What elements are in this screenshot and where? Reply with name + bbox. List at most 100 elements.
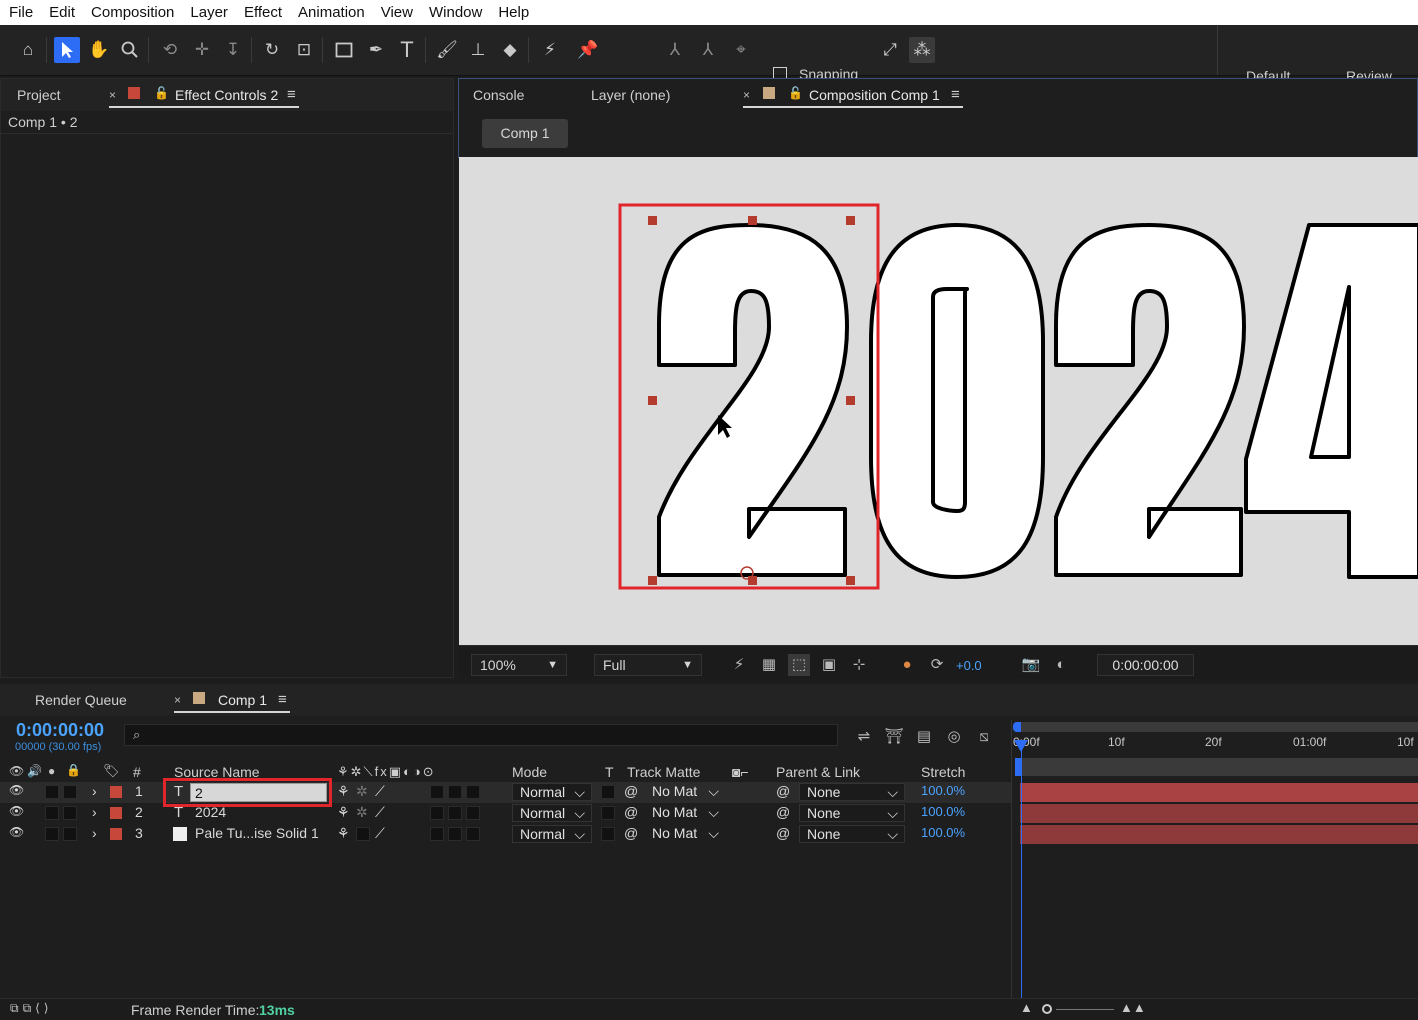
- layer-row-1[interactable]: 👁 › 1 T 2 ⚘ ✲ ⟋ Normal ⌵ @ No Mat ⌵ @ None…: [0, 778, 1012, 807]
- mask-visibility-icon[interactable]: ⬚: [788, 654, 810, 676]
- pen-tool-icon[interactable]: ✒: [363, 37, 389, 63]
- frame-blending-icon[interactable]: ◎: [943, 726, 965, 748]
- collapse-switch-icon[interactable]: ✲: [356, 783, 368, 800]
- layer-duration-bar[interactable]: [1020, 783, 1418, 802]
- roto-brush-tool-icon[interactable]: ⚡: [537, 37, 563, 63]
- transparency-grid-icon[interactable]: ▦: [758, 654, 780, 676]
- anchor-point-tool-icon[interactable]: ⊡: [291, 37, 317, 63]
- expand-chevron-icon[interactable]: ›: [92, 804, 97, 820]
- selection-tool-icon[interactable]: [54, 37, 80, 63]
- layer-duration-bar[interactable]: [1020, 825, 1418, 844]
- draft-3d-icon[interactable]: ⛩: [883, 726, 905, 748]
- shy-switch-icon[interactable]: ⚘: [337, 804, 350, 821]
- canvas-text-2024[interactable]: [459, 157, 1418, 645]
- current-time-display[interactable]: 0:00:00:00: [16, 720, 104, 741]
- quality-switch-icon[interactable]: ⟋: [375, 804, 385, 821]
- layer-row-3[interactable]: 👁 › 3 Pale Tu...ise Solid 1 ⚘ ⟋ Normal ⌵ …: [0, 824, 1012, 845]
- zoom-tool-icon[interactable]: [117, 37, 143, 63]
- resolution-dropdown[interactable]: Full ▼: [594, 654, 702, 676]
- menu-window[interactable]: Window: [420, 4, 489, 21]
- mode-dropdown[interactable]: Normal ⌵: [512, 804, 592, 822]
- work-area-bar[interactable]: [1015, 722, 1418, 732]
- local-axis-icon[interactable]: ⅄: [662, 37, 688, 63]
- preserve-transparency-checkbox[interactable]: [601, 806, 615, 820]
- eraser-tool-icon[interactable]: ◆: [497, 37, 523, 63]
- comp-breadcrumb-button[interactable]: Comp 1: [482, 119, 568, 148]
- pick-whip-icon[interactable]: @: [624, 825, 638, 841]
- menu-view[interactable]: View: [372, 4, 420, 21]
- current-time-indicator[interactable]: [1021, 748, 1022, 998]
- eye-icon[interactable]: 👁: [9, 825, 24, 839]
- tab-comp[interactable]: Comp 1: [218, 692, 267, 708]
- tab-effect-controls[interactable]: Effect Controls 2: [175, 87, 278, 103]
- timeline-zoom-slider[interactable]: [1042, 1004, 1052, 1014]
- menu-layer[interactable]: Layer: [181, 4, 235, 21]
- expand-chevron-icon[interactable]: ›: [92, 783, 97, 799]
- snap-edges-icon[interactable]: ⤢: [877, 37, 903, 63]
- shy-layers-icon[interactable]: ▤: [913, 726, 935, 748]
- quality-switch-icon[interactable]: ⟋: [375, 825, 385, 842]
- zoom-dropdown[interactable]: 100% ▼: [471, 654, 567, 676]
- panel-menu-icon[interactable]: ≡: [287, 86, 296, 103]
- orbit-camera-icon[interactable]: ⟲: [157, 37, 183, 63]
- layer-search-input[interactable]: ⌕: [124, 724, 838, 746]
- layer-row-2[interactable]: 👁 › 2 T 2024 ⚘ ✲ ⟋ Normal ⌵ @ No Mat ⌵ @ N…: [0, 803, 1012, 824]
- track-matte-dropdown[interactable]: No Mat ⌵: [645, 783, 725, 801]
- menu-help[interactable]: Help: [489, 4, 536, 21]
- mode-dropdown[interactable]: Normal ⌵: [512, 825, 592, 843]
- snapshot-camera-icon[interactable]: 📷: [1020, 654, 1042, 676]
- preserve-transparency-checkbox[interactable]: [601, 827, 615, 841]
- dolly-camera-icon[interactable]: ↧: [220, 37, 246, 63]
- tab-console[interactable]: Console: [473, 87, 524, 103]
- shy-switch-icon[interactable]: ⚘: [337, 783, 350, 800]
- brush-tool-icon[interactable]: 🖌: [434, 37, 460, 63]
- lock-icon[interactable]: 🔓: [788, 86, 803, 100]
- fast-previews-icon[interactable]: ⚡: [728, 654, 750, 676]
- puppet-pin-tool-icon[interactable]: 📌: [575, 37, 601, 63]
- tab-layer[interactable]: Layer (none): [591, 87, 670, 103]
- pick-whip-icon[interactable]: @: [624, 783, 638, 799]
- menu-effect[interactable]: Effect: [235, 4, 289, 21]
- stretch-value[interactable]: 100.0%: [921, 825, 965, 840]
- layer-label-color[interactable]: [110, 786, 122, 798]
- home-icon[interactable]: ⌂: [15, 37, 41, 63]
- track-matte-dropdown[interactable]: No Mat ⌵: [645, 825, 725, 843]
- graph-editor-icon[interactable]: ⧅: [973, 726, 995, 748]
- parent-dropdown[interactable]: None ⌵: [799, 804, 905, 822]
- layer-duration-bar[interactable]: [1020, 804, 1418, 823]
- parent-pick-whip-icon[interactable]: @: [776, 804, 790, 820]
- show-snapshot-icon[interactable]: ◐: [1050, 654, 1072, 676]
- type-tool-icon[interactable]: T: [394, 37, 420, 63]
- stretch-value[interactable]: 100.0%: [921, 804, 965, 819]
- world-axis-icon[interactable]: ⅄: [695, 37, 721, 63]
- reset-exposure-icon[interactable]: ⟳: [926, 654, 948, 676]
- color-channels-icon[interactable]: ●: [896, 654, 918, 676]
- rectangle-tool-icon[interactable]: [331, 37, 357, 63]
- layer-name[interactable]: Pale Tu...ise Solid 1: [195, 825, 319, 841]
- tab-project[interactable]: Project: [17, 87, 61, 103]
- shy-switch-icon[interactable]: ⚘: [337, 825, 350, 842]
- parent-pick-whip-icon[interactable]: @: [776, 783, 790, 799]
- status-toggle-icons[interactable]: ⧉⧉⟨⟩: [10, 1001, 53, 1016]
- menu-animation[interactable]: Animation: [289, 4, 372, 21]
- close-icon[interactable]: ×: [743, 88, 750, 102]
- quality-switch-icon[interactable]: ⟋: [375, 783, 385, 800]
- snap-features-icon[interactable]: ⁂: [909, 37, 935, 63]
- layer-name[interactable]: 2024: [195, 804, 226, 820]
- region-of-interest-icon[interactable]: ▣: [818, 654, 840, 676]
- stretch-value[interactable]: 100.0%: [921, 783, 965, 798]
- eye-icon[interactable]: 👁: [9, 804, 24, 818]
- layer-label-color[interactable]: [110, 828, 122, 840]
- view-axis-icon[interactable]: ⌖: [728, 37, 754, 63]
- menu-composition[interactable]: Composition: [82, 4, 181, 21]
- menu-file[interactable]: File: [0, 4, 40, 21]
- lock-icon[interactable]: 🔓: [154, 86, 169, 100]
- layer-label-color[interactable]: [110, 807, 122, 819]
- collapse-switch-icon[interactable]: ✲: [356, 804, 368, 821]
- viewer-timecode[interactable]: 0:00:00:00: [1097, 654, 1194, 676]
- composition-viewer[interactable]: [459, 157, 1418, 645]
- tab-render-queue[interactable]: Render Queue: [35, 692, 127, 708]
- mode-dropdown[interactable]: Normal ⌵: [512, 783, 592, 801]
- panel-menu-icon[interactable]: ≡: [278, 691, 287, 708]
- exposure-value[interactable]: +0.0: [956, 658, 982, 673]
